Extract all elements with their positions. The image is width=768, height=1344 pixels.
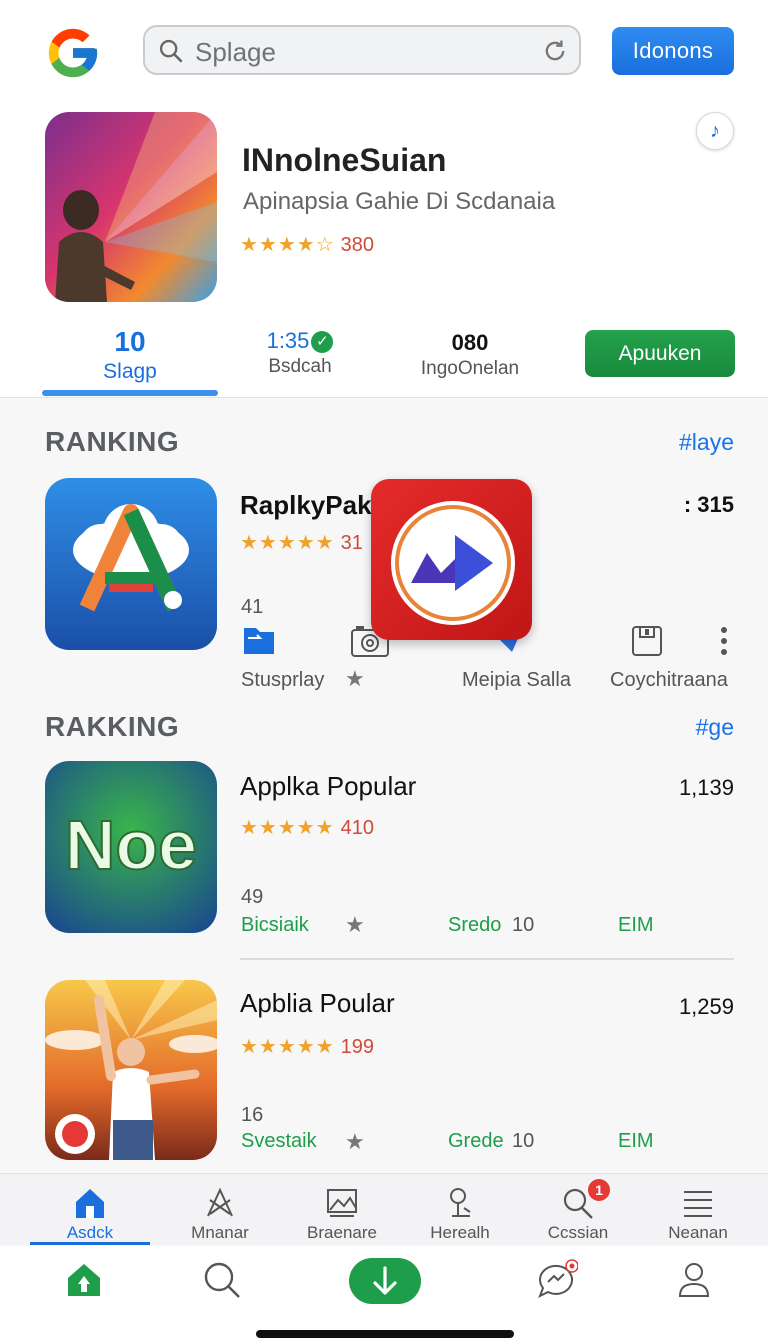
app-name: Apblia Poular [240,988,395,1018]
download-button[interactable] [349,1258,421,1304]
share-icon[interactable]: ♪ [696,112,734,150]
app-meta-publisher: Meipia Salla [462,669,571,691]
stat-value: 1:35 ✓ [250,328,350,354]
stat-value: 080 [451,330,489,355]
header-action-button[interactable]: Idonons [612,27,734,75]
stat-label: IngoOnelan [420,358,520,379]
tab-home[interactable]: Asdck [30,1174,150,1246]
app-meta-value: 10 [512,914,535,936]
featured-app-title: INnolneSuian [242,142,447,178]
tab-health[interactable]: Herealh [400,1174,520,1246]
app-icon[interactable]: Noe [45,761,217,933]
app-meta-label: Sredo [448,914,502,936]
install-button[interactable]: Apuuken [585,330,735,377]
browse-icon [327,1189,357,1217]
featured-app-rating: ★★★★☆ 380 [240,232,374,257]
app-meta-label: Grede [448,1130,504,1152]
stat-tab-2[interactable]: 1:35 ✓ Bsdcah [250,328,350,378]
person-pin-icon [450,1188,471,1217]
tab-list[interactable]: Neanan [638,1174,758,1246]
active-stat-indicator [42,390,218,396]
folder-icon[interactable] [242,624,276,656]
star-icon: ★ [345,666,365,691]
stat-value: 10 [114,326,146,357]
divider [240,958,734,960]
home-icon [76,1189,104,1218]
tab-label: Herealh [430,1223,490,1242]
home-icon[interactable] [62,1258,106,1302]
app-download-count: 1,139 [678,775,734,800]
rating-stars: ★★★★☆ [240,234,335,256]
tab-label: Mnanar [191,1223,249,1242]
chat-icon[interactable] [534,1258,578,1302]
app-meta-value: 10 [512,1130,535,1152]
featured-app-subtitle: Apinapsia Gahie Di Scdanaia [243,188,556,215]
download-icon [373,1266,397,1295]
app-rank-number: 41 [241,596,264,618]
save-icon[interactable] [630,624,664,658]
section-link[interactable]: #laye [679,429,734,456]
section-link[interactable]: #ge [696,714,734,741]
compass-icon [207,1187,233,1217]
app-download-count: : 315 [683,492,734,517]
tab-search[interactable]: Ccssian [518,1174,638,1246]
featured-app-icon[interactable] [45,112,217,302]
app-meta-tag: EIM [618,914,654,936]
tab-label: Asdck [66,1223,114,1242]
featured-app-card: INnolneSuian Apinapsia Gahie Di Scdanaia… [0,100,768,398]
verified-check-icon: ✓ [311,331,334,353]
floating-app-icon[interactable] [371,479,532,640]
app-name: RaplkyPak [240,490,372,520]
home-indicator[interactable] [256,1330,514,1338]
app-rating: ★★★★★ 410 [240,817,375,839]
list-icon [684,1191,712,1217]
stat-label: Bsdcah [268,356,332,377]
category-tab-bar: Asdck Mnanar Braenare Herealh Ccssian Ne… [0,1173,768,1245]
more-vert-icon[interactable] [718,626,730,656]
section-title: RAKKING [45,711,180,742]
search-icon[interactable] [200,1258,244,1302]
app-meta-category: Stusprlay [241,669,325,691]
stat-label: Slagp [103,360,157,383]
star-icon: ★ [345,1129,365,1154]
app-icon[interactable] [45,478,217,650]
app-download-count: 1,259 [678,994,734,1019]
tab-compass[interactable]: Mnanar [160,1174,280,1246]
search-bar[interactable]: Splage [143,25,581,75]
app-meta-tag: EIM [618,1130,654,1152]
tab-label: Ccssian [547,1223,609,1242]
search-icon [159,39,183,63]
account-icon[interactable] [672,1258,716,1302]
svg-text:Noe: Noe [65,806,197,884]
notification-badge: 1 [588,1179,610,1201]
app-meta-tag: Coychitraana [610,669,728,691]
app-rank-number: 16 [241,1104,264,1126]
tab-label: Braenare [307,1223,377,1242]
rating-count: 380 [340,234,375,256]
app-meta-category: Svestaik [241,1130,317,1152]
app-rating: ★★★★★ 199 [240,1036,375,1058]
refresh-icon[interactable] [541,37,569,65]
app-rank-number: 49 [241,886,264,908]
tab-browse[interactable]: Braenare [282,1174,402,1246]
top-bar: Splage Idonons [0,0,768,100]
app-rating: ★★★★★ 31 [240,532,363,554]
app-icon[interactable] [45,980,217,1160]
active-tab-indicator [30,1242,150,1245]
search-input[interactable]: Splage [195,37,276,68]
google-logo[interactable] [44,24,102,82]
star-icon: ★ [345,912,365,937]
app-meta-category: Bicsiaik [241,914,309,936]
stat-tab-1[interactable]: 10 Slagp [70,326,190,384]
app-name: Applka Popular [240,771,417,801]
stat-tab-3[interactable]: 080 IngoOnelan [415,330,525,380]
tab-label: Neanan [668,1223,728,1242]
section-title: RANKING [45,426,180,457]
